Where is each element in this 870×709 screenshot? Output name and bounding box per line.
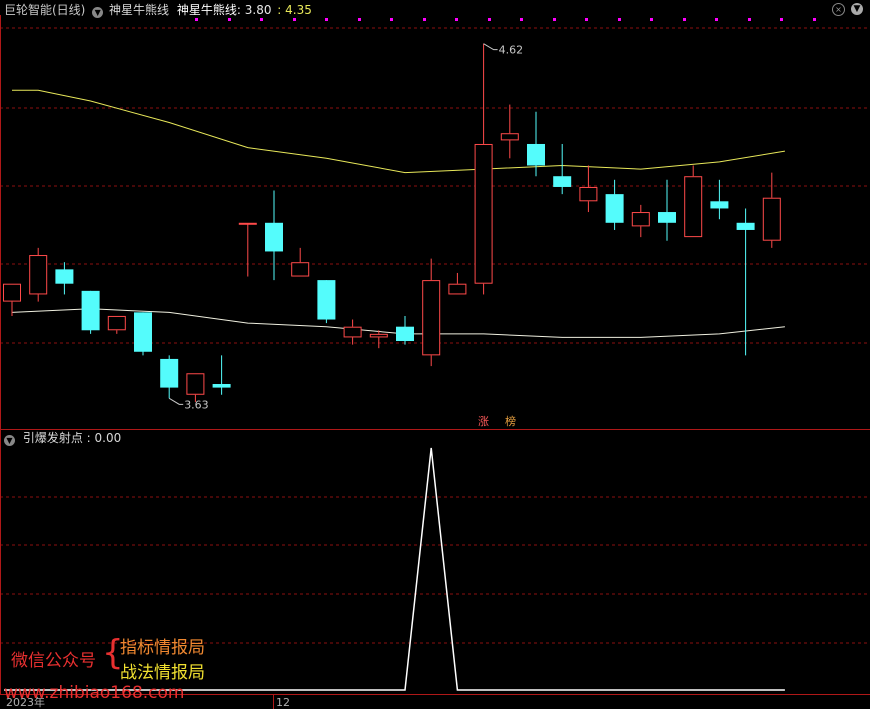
candle-down-body [55,269,74,284]
candle-down-body [134,312,152,352]
magenta-dot [683,18,686,21]
magenta-dot [520,18,523,21]
magenta-dot [780,18,783,21]
watermark-name-1: 指标情报局 [120,638,205,658]
upper-moving-line [12,89,785,174]
sub-collapse-icon[interactable]: ▼ [4,435,15,446]
magenta-dot [293,18,296,21]
candle-down-body [527,143,545,166]
candle-up-body [238,222,257,225]
candle-down-body [160,358,179,388]
low-pointer [168,397,184,405]
candle-down-body [212,384,231,388]
candle-up-body [422,280,441,356]
candle-up-body [631,212,650,227]
magenta-dot [813,18,816,21]
candle-up-body [500,133,519,141]
magenta-dot [553,18,556,21]
collapse-icon[interactable]: ▼ [92,7,104,18]
candle-up-body [3,283,21,302]
bang-badge: 榜 [505,415,516,428]
candle-up-body [291,262,310,277]
candle-up-body [29,255,48,295]
indicator-label: 神星牛熊线: [176,3,241,17]
magenta-dot [715,18,718,21]
candle-up-body [762,197,781,241]
watermark-name-2: 战法情报局 [120,663,205,683]
candle-up-body [343,326,362,338]
candle-down-body [265,222,283,252]
indicator-name: 神星牛熊线 [109,3,170,17]
x-axis-month: 12 [276,696,290,709]
signal-dot-row [195,18,816,21]
high-label: 4.62 [499,44,523,57]
watermark-label: 微信公众号 [11,651,96,671]
high-pointer [483,43,498,51]
candle-up-body [684,176,703,238]
stock-chart: 4.62 3.63 [0,15,870,709]
annotation-group: 4.62 3.63 [168,43,523,411]
app-title: 巨轮智能(日线) [4,3,86,17]
watermark-url: www.zhibiao168.com [4,683,185,703]
magenta-dot [488,18,491,21]
candle-up-body [107,315,126,331]
magenta-dot [325,18,328,21]
candle-group [3,43,781,402]
panel-frame [0,15,870,709]
upper-line-group [12,89,785,174]
magenta-dot [228,18,231,21]
candle-up-body [448,283,467,295]
magenta-dot [260,18,263,21]
sub-indicator-value: : 0.00 [86,431,122,445]
panel-menu-icon[interactable]: ▼ [851,3,863,15]
candle-down-body [317,280,336,320]
candle-down-body [553,176,572,187]
indicator-value-1: 3.80 [244,3,272,17]
magenta-dot [585,18,588,21]
main-header: 巨轮智能(日线) ▼ 神星牛熊线 神星牛熊线: 3.80 : 4.35 [4,3,312,18]
candle-down-body [736,222,755,230]
magenta-dot [423,18,426,21]
sub-header: ▼ 引爆发射点 : 0.00 [4,431,121,446]
candle-up-body [186,373,205,395]
magenta-dot [618,18,621,21]
low-label: 3.63 [184,398,209,411]
value-separator: : [277,3,282,17]
candle-down-body [396,326,414,342]
candle-down-body [658,212,676,223]
magenta-dot [455,18,458,21]
sub-indicator-label: 引爆发射点 [22,431,83,445]
magenta-dot [748,18,751,21]
panel-close-icon[interactable]: × [832,3,845,16]
magenta-dot [195,18,198,21]
candle-down-body [605,194,624,223]
candle-up-body [369,333,388,338]
magenta-dot [358,18,361,21]
indicator-value-2: 4.35 [285,3,312,17]
candle-up-body [579,186,598,202]
candle-down-body [710,201,729,209]
zhang-badge: 涨 [478,415,489,428]
magenta-dot [650,18,653,21]
candle-down-body [81,290,100,331]
candle-up-body [474,143,493,284]
magenta-dot [390,18,393,21]
